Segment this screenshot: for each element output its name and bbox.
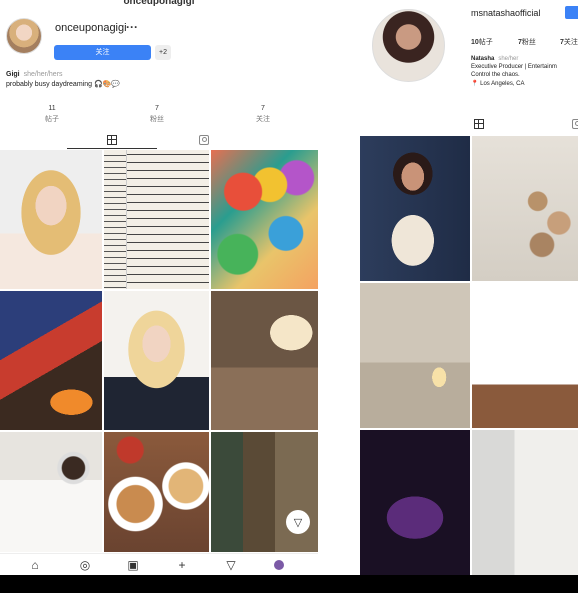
right-profile-screen: msnatashaofficial 10帖子 7粉丝 7关注 Natasha sh… [352, 0, 578, 575]
posts-grid: ▽ [0, 150, 318, 552]
tagged-icon [572, 119, 578, 129]
post-tile-lamp-table[interactable] [211, 291, 318, 430]
tab-grid[interactable] [474, 119, 484, 129]
stat-label: 帖子 [478, 39, 493, 46]
post-tile-car-interior[interactable] [360, 430, 470, 575]
post-tile-blonde-portrait-2[interactable] [104, 291, 209, 430]
avatar[interactable] [372, 9, 445, 82]
bio-text: probably busy daydreaming 🎧🎨💬 [6, 81, 121, 88]
more-options-button[interactable]: ··· [126, 20, 138, 34]
profile-tabs [0, 131, 318, 149]
stat-followers[interactable]: 7粉丝 [518, 37, 536, 47]
post-tile-blonde-portrait[interactable] [0, 150, 102, 289]
stat-posts[interactable]: 10帖子 [471, 37, 493, 47]
pronouns: she/her/hers [23, 71, 63, 78]
follow-button[interactable]: 关注 [54, 45, 151, 60]
tagged-icon [198, 135, 209, 145]
post-tile-pancakes-food[interactable] [104, 432, 209, 552]
explore-icon[interactable]: ◎ [78, 558, 92, 572]
post-tile-laptop-candle[interactable] [360, 283, 470, 428]
bottom-nav: ⌂ ◎ ▣ + ▽ [0, 553, 318, 575]
username: onceuponagigi [55, 22, 127, 34]
home-icon[interactable]: ⌂ [28, 558, 42, 572]
left-profile-screen: onceuponagigi onceuponagigi ··· 关注 +2 Gi… [0, 0, 318, 575]
bottom-black-bar [0, 575, 578, 593]
tab-tagged[interactable] [124, 131, 283, 149]
reels-icon[interactable]: ▣ [126, 558, 140, 572]
profile-name-line: Gigi she/her/hers [6, 71, 63, 78]
follow-button[interactable] [565, 6, 578, 19]
post-tile-cozy-room[interactable]: ▽ [211, 432, 318, 552]
post-tile-board-game[interactable] [0, 291, 102, 430]
profile-name: Gigi [6, 71, 20, 78]
username: msnatashaofficial [471, 8, 541, 18]
stat-value: 7 [261, 105, 265, 112]
profile-name: Natasha [471, 56, 495, 62]
stat-following[interactable]: 7 关注 [233, 105, 293, 124]
bio-line-2: Control the chaos. [471, 72, 520, 78]
grid-icon [106, 135, 117, 145]
profile-tabs [352, 117, 578, 131]
stat-value: 11 [48, 105, 56, 112]
stat-label: 帖子 [45, 116, 59, 123]
stat-label: 关注 [256, 116, 270, 123]
post-tile-colorful-abstract[interactable] [211, 150, 318, 289]
bio-line-1: Executive Producer | Entertainm [471, 64, 557, 70]
stat-label: 关注 [563, 39, 578, 46]
stat-posts[interactable]: 11 帖子 [22, 105, 82, 124]
post-tile-makeup-flatlay[interactable] [472, 136, 578, 281]
profile-name-line: Natasha she/her [471, 56, 518, 62]
stat-value: 7 [155, 105, 159, 112]
post-tile-calendar-desk[interactable] [472, 283, 578, 428]
tab-tagged[interactable] [572, 119, 578, 129]
stat-value: 10 [471, 39, 479, 46]
suggested-people-button[interactable]: +2 [155, 45, 171, 60]
stat-following[interactable]: 7关注 [560, 37, 578, 47]
grid-icon [474, 119, 484, 129]
post-tile-woman-portrait[interactable] [360, 136, 470, 281]
stat-followers[interactable]: 7 粉丝 [127, 105, 187, 124]
avatar[interactable] [6, 18, 42, 54]
post-tile-open-book[interactable] [104, 150, 209, 289]
stat-label: 粉丝 [521, 39, 536, 46]
create-icon[interactable]: + [175, 558, 189, 572]
post-tile-white-door[interactable] [472, 430, 578, 575]
send-icon[interactable]: ▽ [224, 558, 238, 572]
stat-label: 粉丝 [150, 116, 164, 123]
pronouns: she/her [498, 56, 519, 62]
location-text: 📍 Los Angeles, CA [471, 81, 525, 87]
post-tile-journal-coffee[interactable] [0, 432, 102, 552]
profile-icon[interactable] [272, 558, 286, 572]
profile-header-title: onceuponagigi [123, 0, 195, 7]
posts-grid [360, 136, 578, 575]
filter-icon[interactable]: ▽ [286, 510, 310, 534]
